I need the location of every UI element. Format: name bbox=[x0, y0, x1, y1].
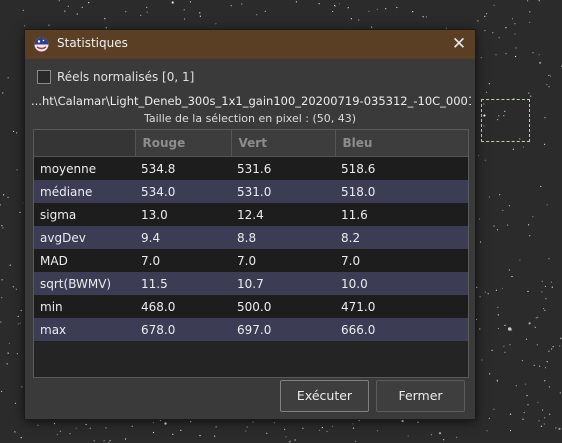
cell-rouge: 13.0 bbox=[135, 203, 231, 226]
cell-bleu: 471.0 bbox=[335, 295, 468, 318]
file-path: ...ht\Calamar\Light_Deneb_300s_1x1_gain1… bbox=[31, 94, 471, 108]
row-label: MAD bbox=[34, 249, 135, 272]
cell-bleu: 11.6 bbox=[335, 203, 468, 226]
row-label: sqrt(BWMV) bbox=[34, 272, 135, 295]
cell-vert: 697.0 bbox=[231, 318, 335, 341]
selection-rectangle[interactable] bbox=[481, 99, 530, 142]
cell-rouge: 534.0 bbox=[135, 180, 231, 203]
titlebar: Statistiques ✕ bbox=[25, 30, 475, 59]
cell-vert: 500.0 bbox=[231, 295, 335, 318]
close-button[interactable]: Fermer bbox=[376, 380, 465, 412]
cell-bleu: 518.6 bbox=[335, 156, 468, 180]
row-label: max bbox=[34, 318, 135, 341]
cell-vert: 7.0 bbox=[231, 249, 335, 272]
table-row[interactable]: moyenne 534.8 531.6 518.6 bbox=[34, 156, 468, 180]
cell-bleu: 10.0 bbox=[335, 272, 468, 295]
cell-vert: 10.7 bbox=[231, 272, 335, 295]
cell-rouge: 11.5 bbox=[135, 272, 231, 295]
cell-bleu: 518.0 bbox=[335, 180, 468, 203]
close-icon[interactable]: ✕ bbox=[449, 34, 469, 54]
cell-vert: 8.8 bbox=[231, 226, 335, 249]
cell-rouge: 9.4 bbox=[135, 226, 231, 249]
cell-bleu: 8.2 bbox=[335, 226, 468, 249]
table-row[interactable]: MAD 7.0 7.0 7.0 bbox=[34, 249, 468, 272]
cell-vert: 531.0 bbox=[231, 180, 335, 203]
cell-rouge: 468.0 bbox=[135, 295, 231, 318]
table-row[interactable]: max 678.0 697.0 666.0 bbox=[34, 318, 468, 341]
cell-rouge: 678.0 bbox=[135, 318, 231, 341]
column-header-bleu[interactable]: Bleu bbox=[335, 130, 468, 157]
execute-button[interactable]: Exécuter bbox=[280, 380, 369, 412]
selection-size: Taille de la sélection en pixel : (50, 4… bbox=[143, 112, 357, 125]
table-row[interactable]: avgDev 9.4 8.8 8.2 bbox=[34, 226, 468, 249]
statistics-dialog: Statistiques ✕ Réels normalisés [0, 1] .… bbox=[24, 29, 476, 420]
cell-bleu: 7.0 bbox=[335, 249, 468, 272]
table-header-row: Rouge Vert Bleu bbox=[34, 130, 468, 157]
normalized-checkbox-label: Réels normalisés [0, 1] bbox=[57, 70, 195, 84]
cell-rouge: 534.8 bbox=[135, 156, 231, 180]
table-row[interactable]: sqrt(BWMV) 11.5 10.7 10.0 bbox=[34, 272, 468, 295]
statistics-table: Rouge Vert Bleu moyenne 534.8 531.6 518.… bbox=[33, 129, 469, 378]
column-header-rouge[interactable]: Rouge bbox=[135, 130, 232, 157]
siril-app-icon bbox=[34, 37, 49, 52]
header-corner bbox=[34, 130, 136, 157]
cell-vert: 531.6 bbox=[231, 156, 335, 180]
cell-bleu: 666.0 bbox=[335, 318, 468, 341]
table-row[interactable]: sigma 13.0 12.4 11.6 bbox=[34, 203, 468, 226]
row-label: médiane bbox=[34, 180, 135, 203]
normalized-checkbox[interactable] bbox=[37, 70, 51, 84]
row-label: avgDev bbox=[34, 226, 135, 249]
row-label: min bbox=[34, 295, 135, 318]
table-row[interactable]: médiane 534.0 531.0 518.0 bbox=[34, 180, 468, 203]
row-label: sigma bbox=[34, 203, 135, 226]
row-label: moyenne bbox=[34, 156, 135, 180]
dialog-title: Statistiques bbox=[57, 36, 128, 50]
cell-rouge: 7.0 bbox=[135, 249, 231, 272]
table-row[interactable]: min 468.0 500.0 471.0 bbox=[34, 295, 468, 318]
cell-vert: 12.4 bbox=[231, 203, 335, 226]
column-header-vert[interactable]: Vert bbox=[231, 130, 336, 157]
